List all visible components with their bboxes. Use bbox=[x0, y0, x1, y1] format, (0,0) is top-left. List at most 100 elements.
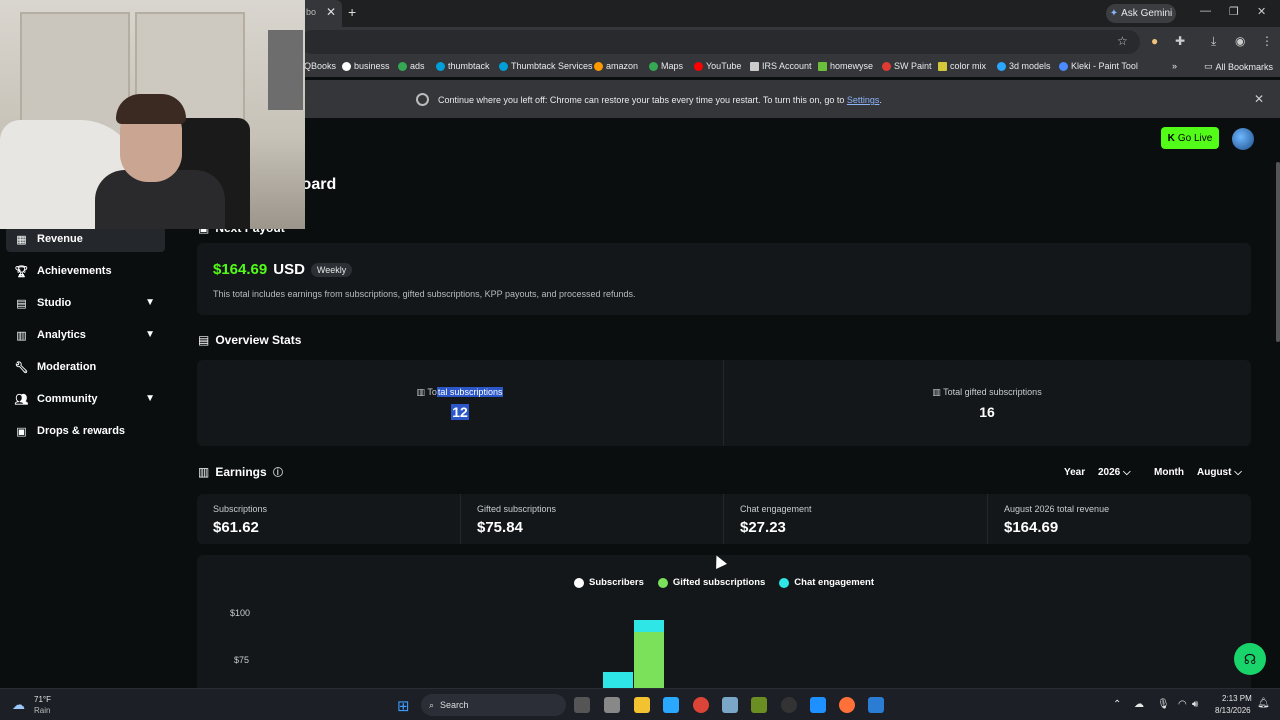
bookmark-thumbtack-services[interactable]: Thumbtack Services bbox=[499, 61, 593, 71]
bookmark-ads[interactable]: ads bbox=[398, 61, 425, 71]
sidebar-item-drops[interactable]: ▣ Drops & rewards bbox=[6, 418, 165, 444]
chrome-taskbar-icon[interactable] bbox=[693, 697, 709, 713]
bookmark-label: 3d models bbox=[1009, 61, 1051, 71]
amazon-icon bbox=[594, 61, 603, 71]
profile-icon[interactable]: ◉ bbox=[1235, 34, 1245, 48]
extension-icon[interactable]: ● bbox=[1151, 34, 1158, 48]
close-window-icon[interactable]: ✕ bbox=[1257, 5, 1266, 18]
bookmark-business[interactable]: business bbox=[342, 61, 390, 71]
bookmark-kleki[interactable]: Kleki - Paint Tool bbox=[1059, 61, 1138, 71]
clock-time[interactable]: 2:13 PM bbox=[1222, 694, 1252, 703]
sidebar-item-revenue[interactable]: ▦ Revenue bbox=[6, 226, 165, 252]
task-view-icon[interactable] bbox=[574, 697, 590, 713]
wrench-icon: 🔧︎ bbox=[14, 361, 29, 374]
puzzle-icon[interactable]: ✚ bbox=[1175, 34, 1185, 48]
bookmark-amazon[interactable]: amazon bbox=[594, 61, 638, 71]
legend-label: Chat engagement bbox=[794, 577, 874, 588]
bookmark-label: SW Paint bbox=[894, 61, 932, 71]
bookmark-homewyse[interactable]: homewyse bbox=[818, 61, 873, 71]
weather-desc[interactable]: Rain bbox=[34, 706, 50, 715]
infobar-close-icon[interactable]: ✕ bbox=[1254, 92, 1264, 106]
chart-bar-chat-top[interactable] bbox=[634, 620, 664, 632]
bookmark-qbooks[interactable]: QBooks bbox=[304, 61, 336, 71]
wifi-icon[interactable]: ◠ bbox=[1178, 699, 1187, 710]
ask-gemini-button[interactable]: ✦ Ask Gemini bbox=[1106, 4, 1176, 23]
microphone-icon[interactable]: 🎙︎ bbox=[1157, 699, 1170, 710]
bookmark-sw-paint[interactable]: SW Paint bbox=[882, 61, 932, 71]
infobar-text: Continue where you left off: Chrome can … bbox=[438, 95, 882, 105]
notification-icon[interactable]: 🔔︎ bbox=[1257, 698, 1270, 709]
support-chat-button[interactable]: ☊ bbox=[1234, 643, 1266, 675]
earn-total: August 2026 total revenue $164.69 bbox=[988, 494, 1250, 544]
tab-close-icon[interactable]: ✕ bbox=[326, 5, 336, 19]
legend-label: Subscribers bbox=[588, 577, 644, 588]
weather-temp[interactable]: 71°F bbox=[34, 695, 51, 704]
search-label: Search bbox=[440, 700, 469, 710]
obs-icon[interactable] bbox=[781, 697, 797, 713]
go-live-button[interactable]: K Go Live bbox=[1161, 127, 1219, 149]
bookmark-maps[interactable]: Maps bbox=[649, 61, 683, 71]
clock-date[interactable]: 8/13/2026 bbox=[1215, 706, 1251, 715]
all-bookmarks-label: All Bookmarks bbox=[1215, 61, 1274, 72]
bookmark-color-mix[interactable]: color mix bbox=[938, 61, 986, 71]
app-icon[interactable] bbox=[810, 697, 826, 713]
bookmark-thumbtack[interactable]: thumbtack bbox=[436, 61, 490, 71]
month-value: August bbox=[1197, 467, 1232, 478]
chart-bar-gifted[interactable] bbox=[634, 632, 664, 695]
scrollbar[interactable] bbox=[1276, 162, 1280, 342]
minimize-icon[interactable]: — bbox=[1200, 5, 1211, 17]
sidebar-item-analytics[interactable]: ▥ Analytics ▼ bbox=[6, 322, 165, 348]
overview-card: ▥ Total subscriptions 12 ▥ Total gifted … bbox=[197, 360, 1251, 446]
edge-icon[interactable] bbox=[663, 697, 679, 713]
earn-value: $164.69 bbox=[1004, 519, 1059, 536]
bookmark-youtube[interactable]: YouTube bbox=[694, 61, 741, 71]
file-explorer-icon[interactable] bbox=[634, 697, 650, 713]
y-tick-label: $75 bbox=[234, 655, 250, 665]
bookmarks-overflow-icon[interactable]: » bbox=[1172, 61, 1177, 71]
webcam-person bbox=[116, 94, 186, 124]
settings-link[interactable]: Settings bbox=[847, 95, 880, 105]
all-bookmarks[interactable]: ▭ All Bookmarks bbox=[1204, 61, 1273, 72]
windows-start-icon[interactable]: ⊞ bbox=[397, 697, 410, 715]
legend-subscribers[interactable]: Subscribers bbox=[573, 577, 644, 588]
menu-dots-icon[interactable]: ⋮ bbox=[1261, 34, 1273, 48]
sidebar-item-achievements[interactable]: 🏆︎ Achievements bbox=[6, 258, 165, 284]
download-icon[interactable]: ⤓ bbox=[1211, 34, 1216, 49]
payout-card: $164.69 USD Weekly This total includes e… bbox=[197, 243, 1251, 315]
legend-chat[interactable]: Chat engagement bbox=[779, 577, 874, 588]
word-icon[interactable] bbox=[868, 697, 884, 713]
stat-label: ▥ Total gifted subscriptions bbox=[724, 387, 1250, 398]
cloud-icon[interactable]: ☁ bbox=[1134, 699, 1144, 710]
bookmark-3d-models[interactable]: 3d models bbox=[997, 61, 1051, 71]
overview-title: Overview Stats bbox=[215, 333, 302, 347]
restore-icon[interactable]: ❐ bbox=[1229, 5, 1239, 18]
notepad-icon[interactable] bbox=[604, 697, 620, 713]
search-icon: ⌕ bbox=[429, 699, 435, 710]
sidebar-item-studio[interactable]: ▤ Studio ▼ bbox=[6, 290, 165, 316]
firefox-icon[interactable] bbox=[839, 697, 855, 713]
stats-icon: ▤ bbox=[198, 333, 210, 347]
avatar[interactable] bbox=[1232, 128, 1254, 150]
bookmark-irs[interactable]: IRS Account bbox=[750, 61, 812, 71]
weather-icon[interactable]: ☁ bbox=[12, 697, 25, 713]
tab-title: bo bbox=[306, 7, 317, 17]
tray-chevron-icon[interactable]: ⌃ bbox=[1113, 699, 1121, 710]
info-icon[interactable]: i bbox=[272, 467, 283, 477]
sidebar-item-community[interactable]: 👥︎ Community ▼ bbox=[6, 386, 165, 412]
sidebar-item-label: Achievements bbox=[37, 265, 112, 277]
year-select[interactable]: 2026 ⌵ bbox=[1098, 467, 1131, 478]
bar-chart-icon: ▥ bbox=[932, 387, 941, 397]
new-tab-icon[interactable]: + bbox=[348, 4, 356, 20]
windows-taskbar: ☁ 71°F Rain ⊞ ⌕ Search ⌃ ☁ 🎙︎ ◠ 🔊︎ 2:13 … bbox=[0, 688, 1280, 720]
legend-gifted[interactable]: Gifted subscriptions bbox=[657, 577, 765, 588]
bookmark-label: Kleki - Paint Tool bbox=[1071, 61, 1138, 71]
month-select[interactable]: August ⌵ bbox=[1197, 467, 1242, 478]
bar-chart-icon: ▥ bbox=[416, 387, 426, 397]
address-bar[interactable] bbox=[300, 30, 1140, 54]
volume-icon[interactable]: 🔊︎ bbox=[1192, 699, 1198, 710]
taskbar-search[interactable]: ⌕ Search bbox=[421, 694, 566, 716]
sidebar-item-moderation[interactable]: 🔧︎ Moderation bbox=[6, 354, 165, 380]
bookmark-star-icon[interactable]: ☆ bbox=[1117, 34, 1128, 48]
app-icon[interactable] bbox=[751, 697, 767, 713]
app-icon[interactable] bbox=[722, 697, 738, 713]
